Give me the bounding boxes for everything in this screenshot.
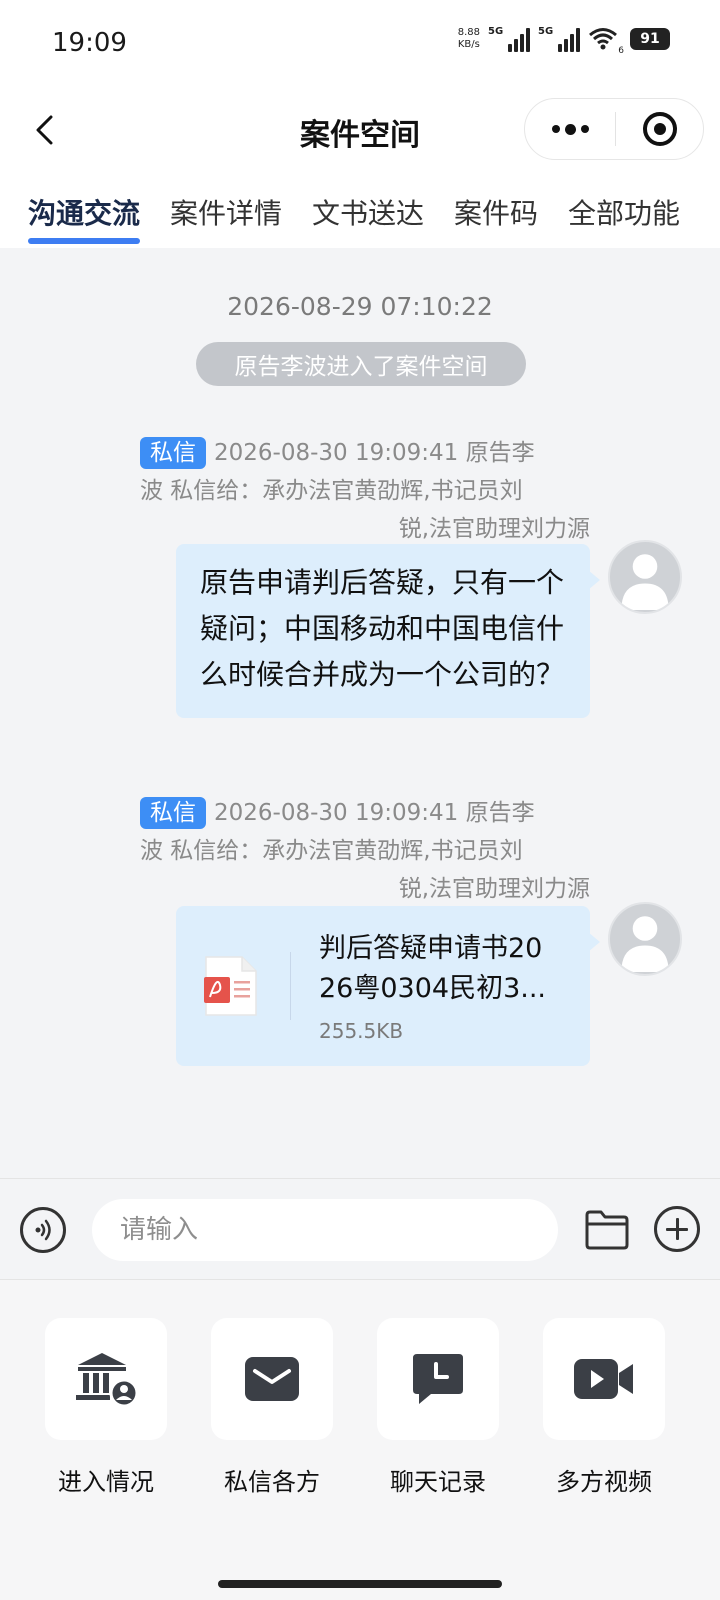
pdf-file-icon [204, 955, 258, 1017]
entry-status-label: 进入情况 [58, 1468, 154, 1496]
voice-icon [35, 1219, 51, 1241]
chat-history-button[interactable]: 聊天记录 [376, 1318, 500, 1497]
voice-input-button[interactable] [20, 1207, 66, 1253]
message-all-parties-button[interactable]: 私信各方 [210, 1318, 334, 1497]
video-icon [574, 1359, 633, 1399]
entry-status-button[interactable]: 进入情况 [44, 1318, 168, 1497]
default-avatar-icon [621, 554, 669, 610]
file-name-line2: 26粤0304民初3... [319, 973, 546, 1004]
default-avatar-icon [621, 916, 669, 972]
avatar[interactable] [608, 902, 682, 976]
input-bar [0, 1178, 720, 1280]
file-size: 255.5KB [319, 1019, 404, 1043]
status-bar: 19:09 8.88 KB/s 5G 5G 6 91 [0, 0, 720, 90]
network-speed: 8.88 KB/s [458, 27, 480, 51]
status-icons: 8.88 KB/s 5G 5G 6 91 [458, 26, 670, 56]
wifi-sub-label: 6 [618, 46, 624, 56]
miniprogram-capsule [524, 98, 704, 160]
file-info: 判后答疑申请书20 26粤0304民初3... 255.5KB [319, 929, 569, 1043]
message-all-parties-label: 私信各方 [224, 1468, 320, 1496]
folder-button[interactable] [584, 1209, 630, 1251]
network-speed-value: 8.88 [457, 27, 480, 38]
tab-communication[interactable]: 沟通交流 [28, 192, 140, 232]
folder-icon [585, 1210, 629, 1250]
battery-icon: 91 [630, 28, 670, 50]
mail-icon [245, 1357, 299, 1401]
file-message-bubble[interactable]: 判后答疑申请书20 26粤0304民初3... 255.5KB [176, 906, 600, 1066]
close-miniprogram-button[interactable] [616, 99, 703, 159]
message-meta-line2: 波 私信给：承办法官黄劭辉,书记员刘 [140, 478, 523, 504]
message-input[interactable] [92, 1199, 558, 1261]
more-button[interactable] [525, 99, 615, 159]
multi-party-video-label: 多方视频 [556, 1468, 652, 1496]
message-meta-line3: 锐,法官助理刘力源 [398, 516, 590, 542]
status-time: 19:09 [52, 28, 127, 58]
system-timestamp: 2026-08-29 07:10:22 [227, 292, 493, 321]
target-icon [642, 112, 677, 146]
nav-bar: 案件空间 [0, 90, 720, 170]
message-meta-line1: 2026-08-30 19:09:41 原告李 [214, 800, 535, 826]
tab-bar: 沟通交流 案件详情 文书送达 案件码 全部功能 [0, 170, 720, 248]
multi-party-video-button[interactable]: 多方视频 [542, 1318, 666, 1497]
sim1-label: 5G [488, 26, 504, 37]
wifi-icon: 6 [588, 26, 624, 56]
tab-case-code[interactable]: 案件码 [454, 192, 538, 232]
signal-2-icon: 5G [538, 26, 580, 52]
private-message-tag: 私信 [140, 437, 206, 469]
message-text: 原告申请判后答疑，只有一个疑问；中国移动和中国电信什么时候合并成为一个公司的？ [200, 566, 565, 691]
add-button[interactable] [654, 1206, 700, 1252]
file-name-line1: 判后答疑申请书20 [319, 933, 543, 964]
court-icon [76, 1353, 138, 1407]
system-notice: 原告李波进入了案件空间 [196, 342, 526, 386]
avatar[interactable] [608, 540, 682, 614]
message-bubble[interactable]: 原告申请判后答疑，只有一个疑问；中国移动和中国电信什么时候合并成为一个公司的？ [176, 544, 600, 718]
message-meta-line3: 锐,法官助理刘力源 [398, 876, 590, 902]
chat-history-label: 聊天记录 [390, 1468, 486, 1496]
message-meta: 私信 2026-08-30 19:09:41 原告李 波 私信给：承办法官黄劭辉,… [140, 794, 590, 908]
message-meta-line2: 波 私信给：承办法官黄劭辉,书记员刘 [140, 838, 523, 864]
private-message-tag: 私信 [140, 797, 206, 829]
file-divider [290, 952, 291, 1020]
sim2-label: 5G [538, 26, 554, 37]
message-meta-line1: 2026-08-30 19:09:41 原告李 [214, 440, 535, 466]
tab-all-functions[interactable]: 全部功能 [568, 192, 680, 232]
tab-document-delivery[interactable]: 文书送达 [312, 192, 424, 232]
signal-1-icon: 5G [488, 26, 530, 52]
tab-case-details[interactable]: 案件详情 [170, 192, 282, 232]
active-tab-indicator [28, 238, 140, 244]
message-meta: 私信 2026-08-30 19:09:41 原告李 波 私信给：承办法官黄劭辉,… [140, 434, 590, 548]
home-indicator[interactable] [218, 1580, 502, 1588]
chat-area[interactable]: 2026-08-29 07:10:22 原告李波进入了案件空间 私信 2026-0… [0, 248, 720, 1178]
function-panel: 进入情况 私信各方 聊天记录 多方视频 [0, 1280, 720, 1600]
chat-history-icon [413, 1354, 463, 1404]
network-speed-unit: KB/s [457, 39, 480, 50]
